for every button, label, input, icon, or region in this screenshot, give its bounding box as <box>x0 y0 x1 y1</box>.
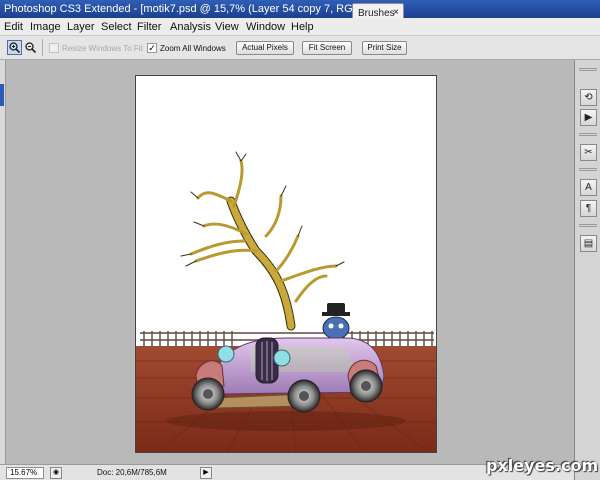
document-info: Doc: 20,6M/785,6M <box>97 468 167 477</box>
close-icon[interactable]: × <box>393 7 399 18</box>
watermark: pxleyes.com <box>486 456 599 475</box>
tree <box>180 151 345 331</box>
print-size-button[interactable]: Print Size <box>362 41 407 55</box>
title-bar: Photoshop CS3 Extended - [motik7.psd @ 1… <box>0 0 600 18</box>
menu-analysis[interactable]: Analysis <box>170 21 211 33</box>
options-bar: Resize Windows To Fit ✓ Zoom All Windows… <box>0 36 600 60</box>
resize-windows-label: Resize Windows To Fit <box>62 44 143 53</box>
menu-edit[interactable]: Edit <box>4 21 23 33</box>
actions-icon[interactable]: ▶ <box>580 109 597 126</box>
dock-grip[interactable] <box>579 133 597 136</box>
zoom-out-icon[interactable] <box>23 40 38 55</box>
menu-bar: Edit Image Layer Select Filter Analysis … <box>0 18 600 36</box>
history-icon[interactable]: ⟲ <box>580 89 597 106</box>
menu-filter[interactable]: Filter <box>137 21 161 33</box>
dock-grip[interactable] <box>579 68 597 71</box>
zoom-in-icon[interactable] <box>7 40 22 55</box>
menu-help[interactable]: Help <box>291 21 314 33</box>
zoom-all-windows-checkbox[interactable]: ✓ <box>147 43 157 53</box>
window-title: Photoshop CS3 Extended - [motik7.psd @ 1… <box>4 3 376 15</box>
fit-screen-button[interactable]: Fit Screen <box>302 41 352 55</box>
layer-comps-icon[interactable]: ▤ <box>580 235 597 252</box>
status-arrow-button[interactable]: ▶ <box>200 467 212 479</box>
resize-windows-checkbox[interactable] <box>49 43 59 53</box>
panel-dock: ⟲ ▶ ✂ A ¶ ▤ <box>574 60 600 480</box>
menu-window[interactable]: Window <box>246 21 285 33</box>
menu-layer[interactable]: Layer <box>67 21 95 33</box>
tool-highlight <box>0 84 4 106</box>
dock-grip[interactable] <box>579 224 597 227</box>
document-canvas[interactable] <box>135 75 437 453</box>
menu-image[interactable]: Image <box>30 21 61 33</box>
status-menu-icon[interactable]: ◉ <box>50 467 62 479</box>
tools-preset-icon[interactable]: ✂ <box>580 144 597 161</box>
zoom-field[interactable]: 15.67% <box>6 467 44 479</box>
menu-select[interactable]: Select <box>101 21 132 33</box>
menu-view[interactable]: View <box>215 21 239 33</box>
artwork <box>136 151 436 452</box>
actual-pixels-button[interactable]: Actual Pixels <box>236 41 294 55</box>
character-icon[interactable]: A <box>580 179 597 196</box>
dock-grip[interactable] <box>579 168 597 171</box>
options-separator <box>42 39 43 56</box>
paragraph-icon[interactable]: ¶ <box>580 200 597 217</box>
zoom-all-windows-label: Zoom All Windows <box>160 44 226 53</box>
